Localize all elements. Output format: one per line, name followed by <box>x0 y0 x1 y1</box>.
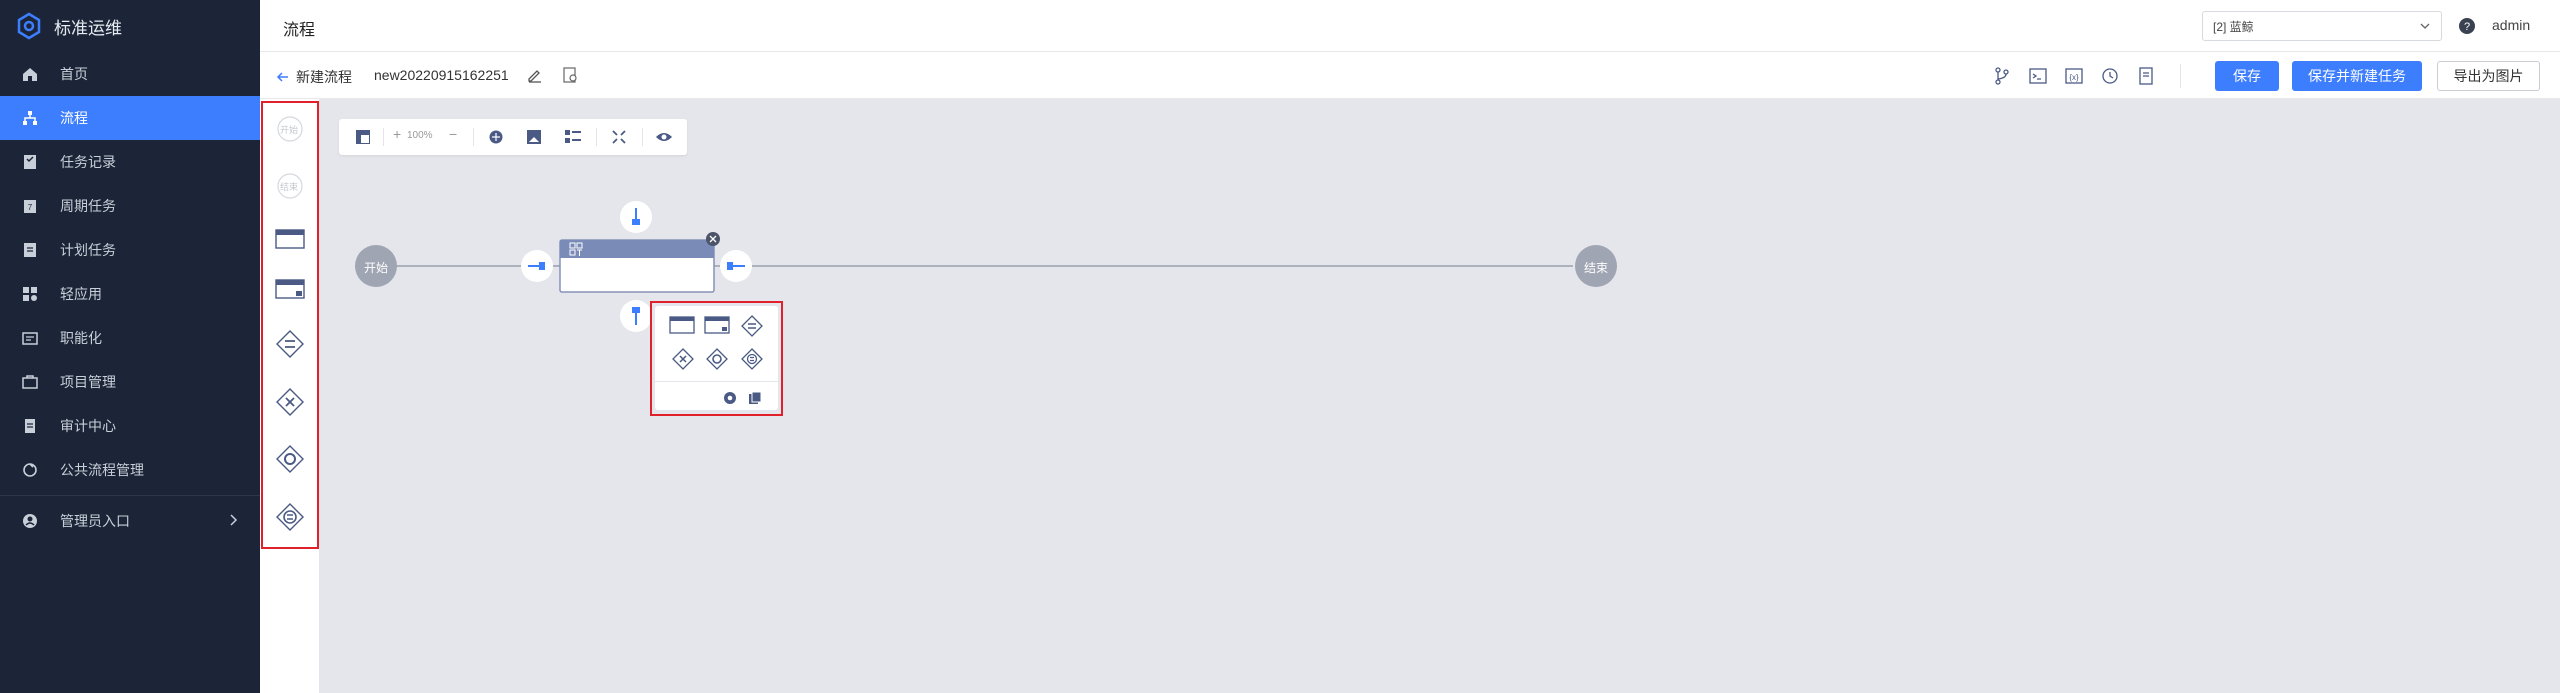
app-title: 标准运维 <box>54 18 122 38</box>
terminal-icon[interactable] <box>2028 66 2048 86</box>
template-icon[interactable] <box>2136 66 2156 86</box>
quick-parallel-gateway-icon[interactable] <box>741 315 763 337</box>
chevron-right-icon <box>230 514 238 526</box>
save-button[interactable]: 保存 <box>2215 61 2279 91</box>
svg-text:{x}: {x} <box>2069 73 2079 82</box>
sidebar-item-label: 流程 <box>60 110 88 126</box>
palette-highlight-box <box>261 101 319 549</box>
sidebar-item-public-flow[interactable]: 公共流程管理 <box>0 448 260 492</box>
back-label: 新建流程 <box>296 69 352 85</box>
flow-canvas[interactable] <box>260 99 2560 693</box>
branch-icon[interactable] <box>1992 66 2012 86</box>
copy-icon[interactable] <box>748 391 762 405</box>
quick-menu-divider <box>655 381 778 382</box>
sidebar-item-flow[interactable]: 流程 <box>0 96 260 140</box>
zoom-in-icon[interactable]: + <box>393 126 401 142</box>
fullscreen-icon[interactable] <box>611 129 627 145</box>
app-logo[interactable]: 标准运维 <box>0 0 260 52</box>
project-select-value: [2] 蓝鲸 <box>2213 19 2254 34</box>
quick-exclusive-gateway-icon[interactable] <box>672 348 694 370</box>
plan-task-icon <box>20 240 40 260</box>
sidebar-item-label: 管理员入口 <box>60 513 130 529</box>
tools-divider <box>596 128 597 146</box>
periodic-task-icon: 7 <box>20 196 40 216</box>
audit-icon <box>20 416 40 436</box>
sidebar-item-periodic-task[interactable]: 7 周期任务 <box>0 184 260 228</box>
sidebar-item-label: 审计中心 <box>60 418 116 434</box>
help-icon[interactable]: ? <box>2458 17 2476 35</box>
document-icon[interactable] <box>561 66 579 84</box>
quick-task-node-icon[interactable] <box>669 316 695 334</box>
sidebar-item-label: 项目管理 <box>60 374 116 390</box>
history-icon[interactable] <box>2100 66 2120 86</box>
reset-icon[interactable] <box>488 129 504 145</box>
sidebar-item-label: 首页 <box>60 66 88 82</box>
admin-icon <box>20 511 40 531</box>
sidebar-item-home[interactable]: 首页 <box>0 52 260 96</box>
sidebar-item-label: 职能化 <box>60 330 102 346</box>
sidebar-item-admin[interactable]: 管理员入口 <box>0 499 260 543</box>
quick-conditional-parallel-gateway-icon[interactable] <box>741 348 763 370</box>
sidebar-item-function[interactable]: 职能化 <box>0 316 260 360</box>
task-record-icon <box>20 152 40 172</box>
overview-icon[interactable] <box>355 129 371 145</box>
sidebar-item-audit[interactable]: 审计中心 <box>0 404 260 448</box>
toolbar-divider <box>2180 64 2181 88</box>
back-button[interactable]: 新建流程 <box>276 67 352 87</box>
sidebar-item-label: 公共流程管理 <box>60 462 144 478</box>
flow-icon <box>20 108 40 128</box>
quick-subprocess-node-icon[interactable] <box>704 316 730 334</box>
sidebar-item-task-record[interactable]: 任务记录 <box>0 140 260 184</box>
chevron-down-icon <box>2420 23 2430 29</box>
light-app-icon <box>20 284 40 304</box>
sidebar-item-plan-task[interactable]: 计划任务 <box>0 228 260 272</box>
sidebar-item-project-manage[interactable]: 项目管理 <box>0 360 260 404</box>
variable-icon[interactable]: {x} <box>2064 66 2084 86</box>
gear-icon[interactable] <box>723 391 737 405</box>
page-title: 流程 <box>283 22 316 39</box>
sidebar: 标准运维 首页流程任务记录 7 周期任务计划任务轻应用职能化项目管理审计中心公共流程… <box>0 0 260 693</box>
sidebar-item-label: 周期任务 <box>60 198 116 214</box>
sidebar-item-label: 轻应用 <box>60 286 102 302</box>
start-node-label: 开始 <box>364 261 389 275</box>
arrow-left-icon <box>276 72 288 82</box>
preview-eye-icon[interactable] <box>655 130 673 144</box>
function-icon <box>20 328 40 348</box>
project-select[interactable]: [2] 蓝鲸 <box>2202 11 2442 41</box>
svg-text:7: 7 <box>28 203 33 212</box>
sidebar-item-light-app[interactable]: 轻应用 <box>0 272 260 316</box>
flow-name: new20220915162251 <box>374 67 509 83</box>
quick-converge-gateway-icon[interactable] <box>706 348 728 370</box>
logo-icon <box>14 11 44 41</box>
tools-divider <box>473 128 474 146</box>
zoom-level: 100% <box>407 130 433 141</box>
user-name[interactable]: admin <box>2492 17 2530 33</box>
save-and-new-task-button[interactable]: 保存并新建任务 <box>2292 61 2422 91</box>
project-manage-icon <box>20 372 40 392</box>
format-icon[interactable] <box>526 129 542 145</box>
end-node-label: 结束 <box>1584 261 1609 275</box>
sidebar-divider <box>0 495 260 496</box>
top-header: 流程 [2] 蓝鲸 ? admin <box>260 0 2560 52</box>
flow-toolbar: 新建流程 new20220915162251 {x} 保存 保存并新建任务 导出… <box>260 52 2560 99</box>
sidebar-item-label: 任务记录 <box>60 154 116 170</box>
svg-text:?: ? <box>2464 21 2470 33</box>
public-flow-icon <box>20 460 40 480</box>
canvas-tools: + 100% − <box>339 119 687 155</box>
quick-insert-menu <box>655 306 778 410</box>
node-list-icon[interactable] <box>564 129 582 145</box>
home-icon <box>20 64 40 84</box>
sidebar-item-label: 计划任务 <box>60 242 116 258</box>
edit-icon[interactable] <box>526 66 544 84</box>
zoom-out-icon[interactable]: − <box>449 126 457 142</box>
tools-divider <box>642 128 643 146</box>
export-image-button[interactable]: 导出为图片 <box>2437 61 2540 91</box>
tools-divider <box>383 128 384 146</box>
